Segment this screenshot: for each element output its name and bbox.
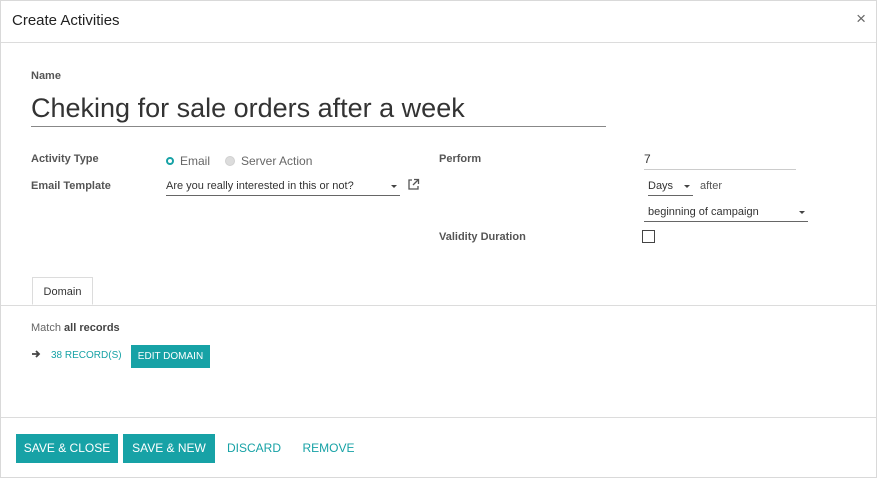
radio-server-action-label: Server Action — [241, 154, 313, 168]
perform-unit-value: Days — [648, 180, 674, 192]
dialog-body: Name Cheking for sale orders after a wee… — [1, 43, 876, 417]
dialog-footer: SAVE & CLOSE SAVE & NEW DISCARD REMOVE — [1, 417, 876, 478]
perform-reference-select[interactable]: beginning of campaign — [644, 205, 808, 222]
after-text: after — [700, 180, 723, 192]
edit-domain-button[interactable]: EDIT DOMAIN — [131, 345, 210, 368]
perform-unit-select[interactable]: Days — [648, 179, 693, 196]
chevron-down-icon — [799, 211, 805, 214]
validity-duration-checkbox[interactable] — [642, 230, 655, 243]
radio-server-action[interactable]: Server Action — [225, 154, 312, 168]
dialog-header: Create Activities × — [1, 1, 876, 43]
radio-email[interactable]: Email — [166, 154, 210, 168]
tabs-divider — [1, 305, 876, 306]
email-template-select[interactable]: Are you really interested in this or not… — [166, 179, 400, 196]
name-label: Name — [31, 70, 61, 82]
radio-unselected-icon[interactable] — [225, 156, 235, 166]
create-activities-dialog: Create Activities × Name Cheking for sal… — [0, 0, 877, 478]
arrow-right-icon — [32, 350, 41, 358]
remove-button[interactable]: REMOVE — [297, 434, 360, 463]
save-new-button[interactable]: SAVE & NEW — [123, 434, 215, 463]
name-input[interactable]: Cheking for sale orders after a week — [31, 90, 606, 127]
email-template-value: Are you really interested in this or not… — [166, 180, 354, 192]
close-icon[interactable]: × — [856, 9, 866, 29]
domain-match-text: Match all records — [31, 322, 120, 334]
save-close-button[interactable]: SAVE & CLOSE — [16, 434, 118, 463]
perform-label: Perform — [439, 153, 482, 165]
chevron-down-icon — [391, 185, 397, 188]
email-template-label: Email Template — [31, 180, 111, 192]
validity-duration-label: Validity Duration — [439, 231, 526, 243]
radio-email-label: Email — [180, 154, 211, 168]
records-count-link[interactable]: 38 RECORD(S) — [51, 350, 122, 361]
radio-selected-icon[interactable] — [166, 157, 174, 165]
match-scope: all records — [64, 322, 120, 334]
external-link-icon[interactable] — [407, 178, 420, 191]
match-prefix: Match — [31, 322, 61, 334]
chevron-down-icon — [684, 185, 690, 188]
perform-interval-input[interactable]: 7 — [644, 152, 796, 170]
dialog-title: Create Activities — [12, 12, 120, 29]
discard-button[interactable]: DISCARD — [221, 434, 287, 463]
tab-domain[interactable]: Domain — [32, 277, 93, 305]
perform-reference-value: beginning of campaign — [648, 206, 759, 218]
activity-type-label: Activity Type — [31, 153, 99, 165]
